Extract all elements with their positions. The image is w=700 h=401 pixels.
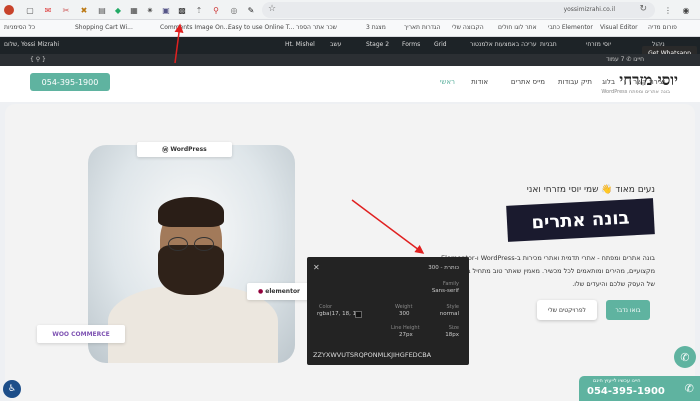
elementor-label: elementor	[265, 288, 301, 295]
inspector-weight-value: 300	[399, 311, 410, 317]
wp-item[interactable]: יוסי מזרחי	[586, 41, 611, 48]
page-icon[interactable]: ▢	[24, 4, 36, 16]
wp-howdy[interactable]: שלום, Yossi Mizrahi	[4, 41, 59, 48]
wp-item[interactable]: Ht. Mishel	[285, 41, 315, 48]
call-bar-subtitle: חייגו עכשיו לייעוץ חינם	[593, 378, 641, 384]
url-text: yossimizrahi.co.il	[563, 6, 615, 13]
bookmark-item[interactable]: אתר לוגו חולים	[498, 24, 537, 31]
bookmark-item[interactable]: הקבוצה שלי	[452, 24, 484, 31]
contact-cta-button[interactable]: בואו נדבר	[606, 300, 650, 320]
inspector-size-value: 18px	[445, 332, 459, 338]
bookmark-item[interactable]: מצגת 3	[366, 24, 386, 31]
wp-item[interactable]: Stage 2	[366, 41, 389, 48]
call-bar[interactable]: חייגו עכשיו לייעוץ חינם 054-395-1900 ✆	[579, 376, 700, 401]
inspector-family-value: Sans-serif	[431, 288, 459, 294]
wp-item[interactable]: עריכה באמצעות אלמנטור	[470, 41, 537, 48]
accessibility-icon[interactable]: ♿	[3, 380, 21, 398]
pen-icon[interactable]: ⚲	[210, 4, 222, 16]
record-icon[interactable]	[4, 5, 14, 15]
puzzle-icon[interactable]: ✖	[78, 4, 90, 16]
color-swatch	[355, 311, 362, 318]
browser-toolbar: ▢ ✉ ✂ ✖ ▤ ◆ ▦ ✷ ▣ ▩ ⇡ ⚲ ◎ ✎ ☆ yossimizra…	[0, 0, 700, 20]
inspector-size-label: Size	[448, 325, 459, 331]
menu-icon[interactable]: ⋮	[662, 4, 674, 16]
gmail-icon[interactable]: ✉	[42, 4, 54, 16]
bookmark-item[interactable]: פורום מדיה	[648, 24, 677, 31]
call-bar-number: 054-395-1900	[587, 386, 665, 397]
lock-icon[interactable]: ▣	[160, 4, 172, 16]
nav-item-blog[interactable]: בלוג	[602, 78, 615, 86]
site-topbar: { ⚲ } חייגו ✆ 7 עמוד	[0, 54, 700, 66]
inspector-lineheight-label: Line Height	[391, 325, 420, 331]
tag-icon[interactable]: ◆	[112, 4, 124, 16]
devtools-icon[interactable]: ▦	[128, 4, 140, 16]
nav-item-about[interactable]: אודות	[471, 78, 488, 86]
inspector-style-label: Style	[446, 304, 459, 310]
bookmark-item[interactable]: הגדרות תאריך	[404, 24, 440, 31]
nav-item-sites[interactable]: מייס אתרים	[511, 78, 545, 86]
beard-shape	[158, 245, 224, 295]
wordpress-badge: Ⓦ WordPress	[137, 142, 232, 157]
glasses-left	[168, 237, 188, 251]
whatsapp-icon[interactable]: ✆	[674, 346, 696, 368]
font-inspector-popup: ✕ כותרת - 300 Family Sans-serif Style no…	[307, 257, 469, 365]
camera-icon[interactable]: ◎	[228, 4, 240, 16]
nav-item-portfolio[interactable]: תיק עבודות	[558, 78, 592, 86]
bookmark-item[interactable]: Easy to use Online T...	[228, 24, 294, 31]
woocommerce-badge: WOO COMMERCE	[37, 325, 125, 343]
bookmark-star-icon[interactable]: ☆	[268, 4, 276, 14]
phone-icon: ✆	[684, 382, 694, 395]
bookmark-item[interactable]: Shopping Cart Wi...	[75, 24, 133, 31]
inspector-title: כותרת - 300	[428, 265, 459, 271]
inspector-color-label: Color	[319, 304, 333, 310]
nav-item-contact[interactable]: יצירת קשר	[633, 78, 665, 86]
bookmark-item[interactable]: שכר אתר הספר	[296, 24, 337, 31]
close-icon[interactable]: ✕	[313, 263, 320, 272]
bookmark-item[interactable]: Visual Editor	[600, 24, 638, 31]
wp-item[interactable]: תבניות	[540, 41, 557, 48]
chart-icon[interactable]: ▤	[96, 4, 108, 16]
tools-icon[interactable]: ✂	[60, 4, 72, 16]
inspector-sample: ZZYXWVUTSRQPONMLKJIHGFEDCBA	[313, 351, 432, 359]
projects-button[interactable]: לפרויקטים שלי	[537, 300, 597, 320]
topbar-note: חייגו ✆ 7 עמוד	[605, 56, 644, 63]
bookmark-item[interactable]: כל הסימניות	[4, 24, 35, 31]
hair-shape	[158, 197, 224, 227]
address-bar[interactable]: ☆ yossimizrahi.co.il ↻	[262, 2, 655, 18]
inspector-style-value: normal	[439, 311, 459, 317]
elementor-logo-icon: ●	[257, 288, 266, 295]
glasses-right	[194, 237, 214, 251]
refresh-icon[interactable]: ↻	[639, 4, 647, 14]
bookmark-item[interactable]: Comments Image On...	[160, 24, 229, 31]
wp-item[interactable]: עשב	[330, 41, 341, 48]
bookmarks-bar: כל הסימניות Shopping Cart Wi... Comments…	[0, 20, 700, 37]
elementor-badge: ● elementor	[247, 283, 311, 300]
hero-greeting: נעים מאוד 👋 שמי יוסי מזרחי ואני	[526, 185, 655, 195]
inspector-family-label: Family	[442, 281, 459, 287]
site-logo-subtitle: בונה אתרים ומפתח WordPress	[601, 89, 670, 95]
pen-icon[interactable]: ✎	[245, 4, 257, 16]
nav-item-home[interactable]: ראשי	[440, 78, 455, 86]
camera-icon[interactable]: ⇡	[193, 4, 205, 16]
profile-icon[interactable]: ◉	[680, 4, 692, 16]
inspector-lineheight-value: 27px	[399, 332, 413, 338]
wp-item[interactable]: Forms	[402, 41, 420, 48]
bookmark-item[interactable]: כתבי Elementor	[548, 24, 593, 31]
wordpress-logo-icon: Ⓦ	[162, 147, 171, 154]
wordpress-label: WordPress	[170, 146, 207, 153]
inspector-weight-label: Weight	[395, 304, 413, 310]
header-phone-button[interactable]: 054-395-1900	[30, 73, 110, 91]
star-pin-icon[interactable]: ✷	[144, 4, 156, 16]
edit-icon[interactable]: ▩	[176, 4, 188, 16]
wp-admin-bar: שלום, Yossi Mizrahi Ht. Mishel עשב Stage…	[0, 37, 700, 54]
wp-item[interactable]: Grid	[434, 41, 447, 48]
hero-title: בונה אתרים	[506, 198, 655, 242]
topbar-icon[interactable]: { ⚲ }	[30, 56, 46, 63]
